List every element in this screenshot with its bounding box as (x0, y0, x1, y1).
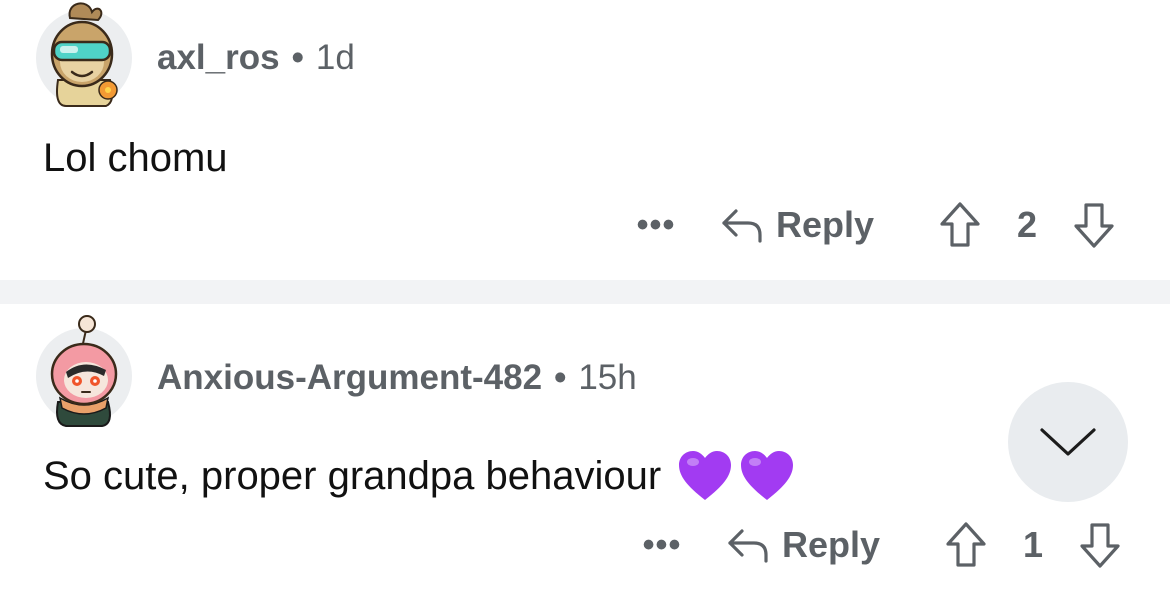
downvote-arrow-icon[interactable] (1072, 201, 1116, 249)
more-options-button[interactable]: ••• (626, 200, 686, 250)
reply-arrow-icon (728, 529, 768, 563)
comment-meta: axl_ros • 1d (157, 38, 355, 78)
comment-axl-ros: axl_ros • 1d Lol chomu ••• Reply 2 (0, 0, 1170, 280)
reply-arrow-icon (722, 209, 762, 243)
reply-button[interactable]: Reply (720, 204, 874, 246)
timestamp: 15h (578, 358, 637, 397)
username[interactable]: Anxious-Argument-482 (157, 358, 542, 398)
upvote-arrow-icon[interactable] (944, 521, 988, 569)
comment-meta: Anxious-Argument-482 • 15h (157, 358, 637, 398)
vote-controls: 1 (944, 521, 1122, 569)
reply-label: Reply (782, 524, 881, 565)
comment-body: Lol chomu (43, 136, 228, 181)
meta-separator: • (291, 38, 304, 77)
collapse-button[interactable] (1008, 382, 1128, 502)
upvote-arrow-icon[interactable] (938, 201, 982, 249)
comment-body: So cute, proper grandpa behaviour (43, 450, 795, 502)
comment-divider (0, 280, 1170, 304)
purple-heart-emoji-icon (679, 451, 732, 500)
comment-thread: axl_ros • 1d Lol chomu ••• Reply 2 Anxio… (0, 0, 1170, 595)
meta-separator: • (554, 358, 567, 397)
avatar[interactable] (36, 2, 132, 107)
vote-count: 2 (1017, 204, 1038, 245)
vote-count: 1 (1023, 524, 1044, 565)
sloth-avatar-icon (50, 2, 118, 107)
vote-controls: 2 (938, 201, 1116, 249)
timestamp: 1d (315, 38, 355, 77)
snoo-avatar-icon (50, 315, 118, 427)
comment-text: Lol chomu (43, 136, 228, 180)
more-options-button[interactable]: ••• (632, 520, 692, 570)
reply-button[interactable]: Reply (726, 524, 880, 566)
avatar[interactable] (36, 315, 132, 427)
username[interactable]: axl_ros (157, 38, 280, 78)
purple-heart-emoji-icon (741, 451, 794, 500)
downvote-arrow-icon[interactable] (1078, 521, 1122, 569)
reply-label: Reply (776, 204, 875, 245)
comment-actions: ••• Reply 2 (626, 200, 1116, 250)
comment-text: So cute, proper grandpa behaviour (43, 453, 662, 498)
comment-anxious-argument-482: Anxious-Argument-482 • 15h So cute, prop… (0, 304, 1170, 595)
comment-actions: ••• Reply 1 (632, 520, 1122, 570)
chevron-down-icon (1040, 428, 1096, 456)
